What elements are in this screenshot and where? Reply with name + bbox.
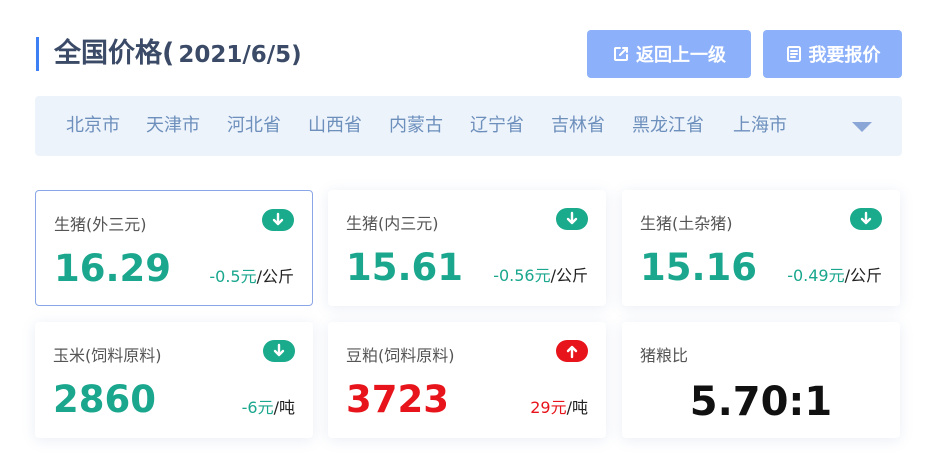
price-card[interactable]: 生猪(外三元) 16.29 -0.5元/公斤 xyxy=(35,190,313,306)
card-delta: -0.56元 xyxy=(493,266,551,285)
price-card[interactable]: 豆粕(饲料原料) 3723 29元/吨 xyxy=(328,322,606,438)
region-tab[interactable]: 河北省 xyxy=(227,114,281,138)
card-name: 生猪(内三元) xyxy=(346,214,439,233)
share-out-icon xyxy=(614,47,628,61)
card-name: 生猪(土杂猪) xyxy=(640,214,733,233)
quote-button[interactable]: 我要报价 xyxy=(763,30,902,78)
card-delta: 29元 xyxy=(530,398,567,417)
card-delta: -0.5元 xyxy=(209,267,257,286)
title-text: 全国价格( xyxy=(54,38,175,69)
arrow-down-circle-icon xyxy=(262,209,294,231)
card-change: -6元/吨 xyxy=(242,394,295,418)
card-price: 15.61 xyxy=(346,246,464,289)
card-name: 豆粕(饲料原料) xyxy=(346,346,455,365)
hog-grain-ratio: 5.70:1 xyxy=(689,379,833,425)
card-delta: -0.49元 xyxy=(787,266,845,285)
arrow-up-circle-icon xyxy=(556,340,588,362)
card-change: 29元/吨 xyxy=(530,394,588,418)
quote-button-label: 我要报价 xyxy=(808,45,881,66)
arrow-down-circle-icon xyxy=(556,208,588,230)
arrow-down-circle-icon xyxy=(263,340,295,362)
card-unit: /公斤 xyxy=(844,266,882,285)
card-price: 15.16 xyxy=(640,246,758,289)
card-unit: /吨 xyxy=(273,398,295,417)
document-icon xyxy=(786,46,801,62)
region-tab[interactable]: 上海市 xyxy=(733,114,787,138)
back-button[interactable]: 返回上一级 xyxy=(587,30,751,78)
card-name: 生猪(外三元) xyxy=(54,215,147,234)
card-price: 2860 xyxy=(53,378,156,421)
region-tabs: 北京市 天津市 河北省 山西省 内蒙古 辽宁省 吉林省 黑龙江省 上海市 xyxy=(35,96,902,156)
region-tab[interactable]: 山西省 xyxy=(308,114,362,138)
card-name: 玉米(饲料原料) xyxy=(53,346,162,365)
title-date: 2021/6/5) xyxy=(178,42,302,68)
card-change: -0.56元/公斤 xyxy=(493,262,588,286)
ratio-card[interactable]: 猪粮比 5.70:1 xyxy=(622,322,900,438)
card-name: 猪粮比 xyxy=(640,346,689,365)
title-accent-bar xyxy=(36,37,39,71)
caret-down-icon[interactable] xyxy=(850,120,874,134)
card-unit: /公斤 xyxy=(550,266,588,285)
back-button-label: 返回上一级 xyxy=(636,45,726,66)
card-change: -0.49元/公斤 xyxy=(787,262,882,286)
card-delta: -6元 xyxy=(241,398,274,417)
region-tab[interactable]: 天津市 xyxy=(146,114,200,138)
region-tab[interactable]: 吉林省 xyxy=(551,114,605,138)
card-change: -0.5元/公斤 xyxy=(209,263,294,287)
arrow-down-circle-icon xyxy=(850,208,882,230)
card-unit: /吨 xyxy=(566,398,588,417)
region-tab[interactable]: 黑龙江省 xyxy=(632,114,704,138)
page-title: 全国价格(2021/6/5) xyxy=(54,36,302,73)
price-card[interactable]: 生猪(土杂猪) 15.16 -0.49元/公斤 xyxy=(622,190,900,306)
price-card[interactable]: 生猪(内三元) 15.61 -0.56元/公斤 xyxy=(328,190,606,306)
card-price: 16.29 xyxy=(54,247,172,290)
card-unit: /公斤 xyxy=(256,267,294,286)
page-header: 全国价格(2021/6/5) 返回上一级 我要报价 xyxy=(36,30,902,78)
region-tab[interactable]: 北京市 xyxy=(66,114,120,138)
price-card[interactable]: 玉米(饲料原料) 2860 -6元/吨 xyxy=(35,322,313,438)
region-tab[interactable]: 内蒙古 xyxy=(389,114,443,138)
region-tab[interactable]: 辽宁省 xyxy=(470,114,524,138)
card-price: 3723 xyxy=(346,378,449,421)
